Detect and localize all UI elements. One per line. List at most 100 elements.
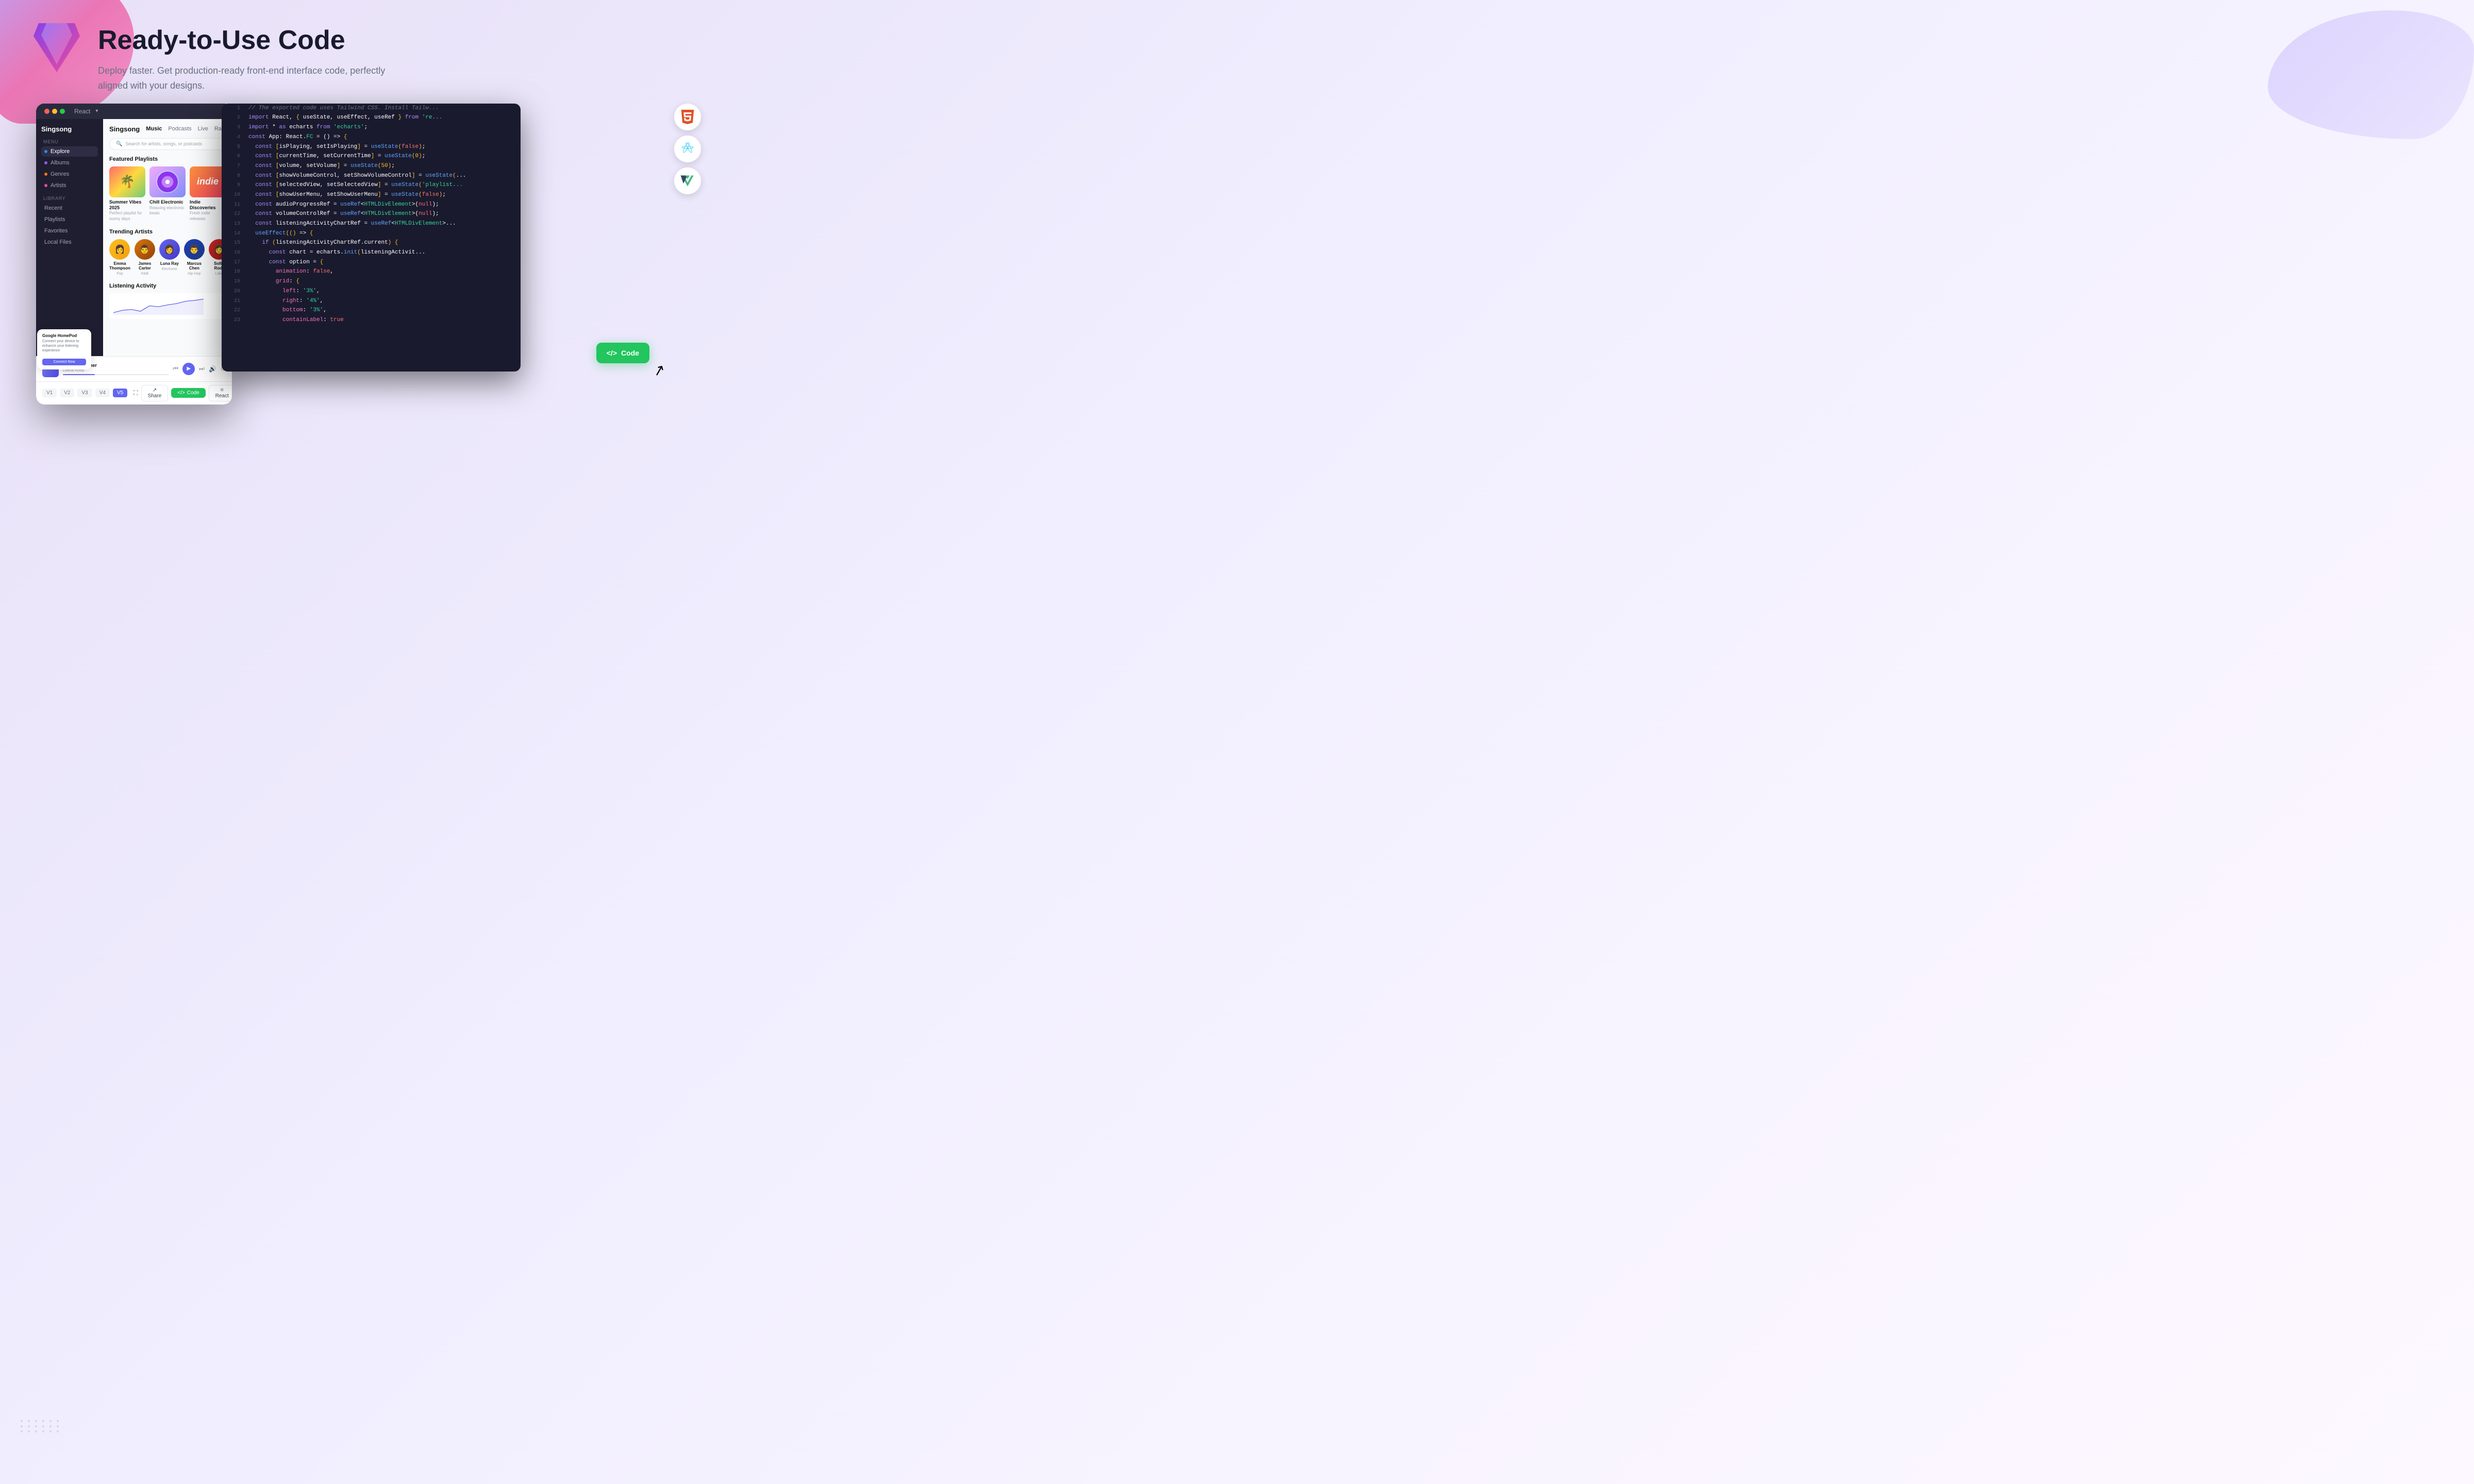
- search-bar[interactable]: 🔍 Search for artists, songs, or podcasts: [109, 138, 226, 150]
- next-button[interactable]: ⏭: [199, 365, 205, 373]
- playlist-desc-2: Fresh indie releases: [190, 211, 226, 222]
- code-panel: 1 // The exported code uses Tailwind CSS…: [222, 104, 521, 372]
- sidebar-item-genres[interactable]: Genres: [41, 169, 98, 179]
- artist-item-2[interactable]: 👩 Luna Ray Electronic: [159, 239, 180, 276]
- framework-button[interactable]: ⚛ React: [209, 385, 232, 401]
- code-button[interactable]: </> Code: [171, 388, 205, 398]
- playlist-thumb-chill: [149, 166, 186, 197]
- logo-icon: [31, 21, 82, 77]
- page-title: Ready-to-Use Code: [98, 26, 407, 55]
- line-content-20: left: '3%',: [248, 286, 514, 296]
- artists-dot: [44, 184, 47, 187]
- page-subtitle: Deploy faster. Get production-ready fron…: [98, 63, 407, 93]
- version-v5[interactable]: V5: [113, 389, 127, 397]
- playlist-card-0[interactable]: 🌴 Summer Vibes 2025 Perfect playlist for…: [109, 166, 145, 222]
- dot: [28, 1420, 30, 1422]
- albums-dot: [44, 161, 47, 164]
- line-num-6: 6: [228, 151, 240, 161]
- sidebar-item-recent[interactable]: Recent: [41, 203, 98, 213]
- dot: [57, 1420, 59, 1422]
- line-content-23: containLabel: true: [248, 315, 514, 325]
- line-content-2: import React, { useState, useEffect, use…: [248, 113, 514, 123]
- share-button[interactable]: ↗ Share: [141, 385, 169, 401]
- tab-music[interactable]: Music: [146, 126, 162, 132]
- sidebar-item-favorites[interactable]: Favorites: [41, 226, 98, 236]
- line-num-1: 1: [228, 104, 240, 113]
- vue-badge: [674, 167, 701, 194]
- artist-genre-3: Hip Hop: [188, 272, 200, 276]
- version-v2[interactable]: V2: [60, 389, 74, 397]
- code-float-button[interactable]: </> Code: [596, 343, 649, 363]
- player-controls: ⏮ ▶ ⏭ 🔊 ↺: [173, 363, 226, 375]
- code-float-label: Code: [621, 349, 639, 357]
- sidebar-item-playlists[interactable]: Playlists: [41, 214, 98, 225]
- code-line-8: 8 const [showVolumeControl, setShowVolum…: [222, 171, 521, 181]
- artist-genre-2: Electronic: [162, 267, 178, 271]
- tab-live[interactable]: Live: [198, 126, 208, 132]
- featured-playlists-title: Featured Playlists: [109, 156, 226, 162]
- playlist-card-1[interactable]: Chill Electronic Relaxing electronic bea…: [149, 166, 186, 222]
- artist-genre-0: Pop: [116, 272, 123, 276]
- close-btn[interactable]: [44, 109, 49, 114]
- tab-podcasts[interactable]: Podcasts: [168, 126, 191, 132]
- search-icon: 🔍: [116, 141, 122, 147]
- code-line-2: 2 import React, { useState, useEffect, u…: [222, 113, 521, 123]
- dot: [28, 1425, 30, 1427]
- app-sidebar: Singsong MENU Explore Albums Genres: [36, 119, 103, 356]
- line-content-15: if (listeningActivityChartRef.current) {: [248, 238, 514, 248]
- content-area: React ▾ Singsong MENU Explore Albums: [31, 104, 691, 404]
- dot: [49, 1430, 52, 1432]
- line-num-15: 15: [228, 238, 240, 247]
- line-content-17: const option = {: [248, 258, 514, 267]
- line-content-11: const audioProgressRef = useRef<HTMLDivE…: [248, 200, 514, 210]
- sidebar-item-albums[interactable]: Albums: [41, 158, 98, 168]
- code-line-15: 15 if (listeningActivityChartRef.current…: [222, 238, 521, 248]
- prev-button[interactable]: ⏮: [173, 365, 178, 373]
- line-num-18: 18: [228, 267, 240, 276]
- line-content-12: const volumeControlRef = useRef<HTMLDivE…: [248, 209, 514, 219]
- sidebar-item-local[interactable]: Local Files: [41, 237, 98, 247]
- maximize-btn[interactable]: [60, 109, 65, 114]
- playlist-desc-0: Perfect playlist for sunny days: [109, 211, 145, 222]
- play-button[interactable]: ▶: [182, 363, 195, 375]
- app-nav-title: Singsong: [109, 125, 140, 133]
- artist-item-1[interactable]: 👨 James Carter R&B: [135, 239, 155, 276]
- dot: [35, 1425, 37, 1427]
- artists-row: 👩 Emma Thompson Pop 👨 James Carter R&B 👩…: [109, 239, 226, 276]
- code-line-9: 9 const [selectedView, setSelectedView] …: [222, 180, 521, 190]
- explore-label: Explore: [51, 148, 70, 155]
- vue-icon: [680, 174, 695, 188]
- dots-grid: [21, 1420, 61, 1432]
- version-v4[interactable]: V4: [95, 389, 110, 397]
- artist-item-3[interactable]: 👨 Marcus Chen Hip Hop: [184, 239, 205, 276]
- volume-button[interactable]: 🔊: [209, 365, 216, 373]
- artist-name-2: Luna Ray: [160, 261, 179, 266]
- minimize-btn[interactable]: [52, 109, 57, 114]
- artist-item-0[interactable]: 👩 Emma Thompson Pop: [109, 239, 130, 276]
- artist-genre-1: R&B: [141, 272, 148, 276]
- line-content-22: bottom: '3%',: [248, 306, 514, 315]
- sidebar-item-explore[interactable]: Explore: [41, 146, 98, 157]
- code-line-23: 23 containLabel: true: [222, 315, 521, 325]
- playlist-card-2[interactable]: indie Indie Discoveries Fresh indie rele…: [190, 166, 226, 222]
- code-line-20: 20 left: '3%',: [222, 286, 521, 296]
- line-content-6: const [currentTime, setCurrentTime] = us…: [248, 151, 514, 161]
- code-line-1: 1 // The exported code uses Tailwind CSS…: [222, 104, 521, 113]
- player-progress-bar[interactable]: [63, 374, 169, 375]
- line-num-8: 8: [228, 171, 240, 180]
- artist-avatar-3: 👨: [184, 239, 205, 260]
- line-num-9: 9: [228, 180, 240, 190]
- html5-icon: [680, 110, 695, 124]
- menu-section-label: MENU: [41, 139, 98, 144]
- local-files-label: Local Files: [44, 239, 72, 245]
- progress-fill: [63, 374, 95, 375]
- app-name: Singsong: [41, 125, 98, 133]
- version-v3[interactable]: V3: [77, 389, 92, 397]
- dot: [49, 1420, 52, 1422]
- line-num-23: 23: [228, 315, 240, 325]
- line-content-13: const listeningActivityChartRef = useRef…: [248, 219, 514, 229]
- fullscreen-icon[interactable]: ⛶: [133, 389, 138, 397]
- sidebar-item-artists[interactable]: Artists: [41, 180, 98, 191]
- version-v1[interactable]: V1: [42, 389, 57, 397]
- playlist-thumb-summer: 🌴: [109, 166, 145, 197]
